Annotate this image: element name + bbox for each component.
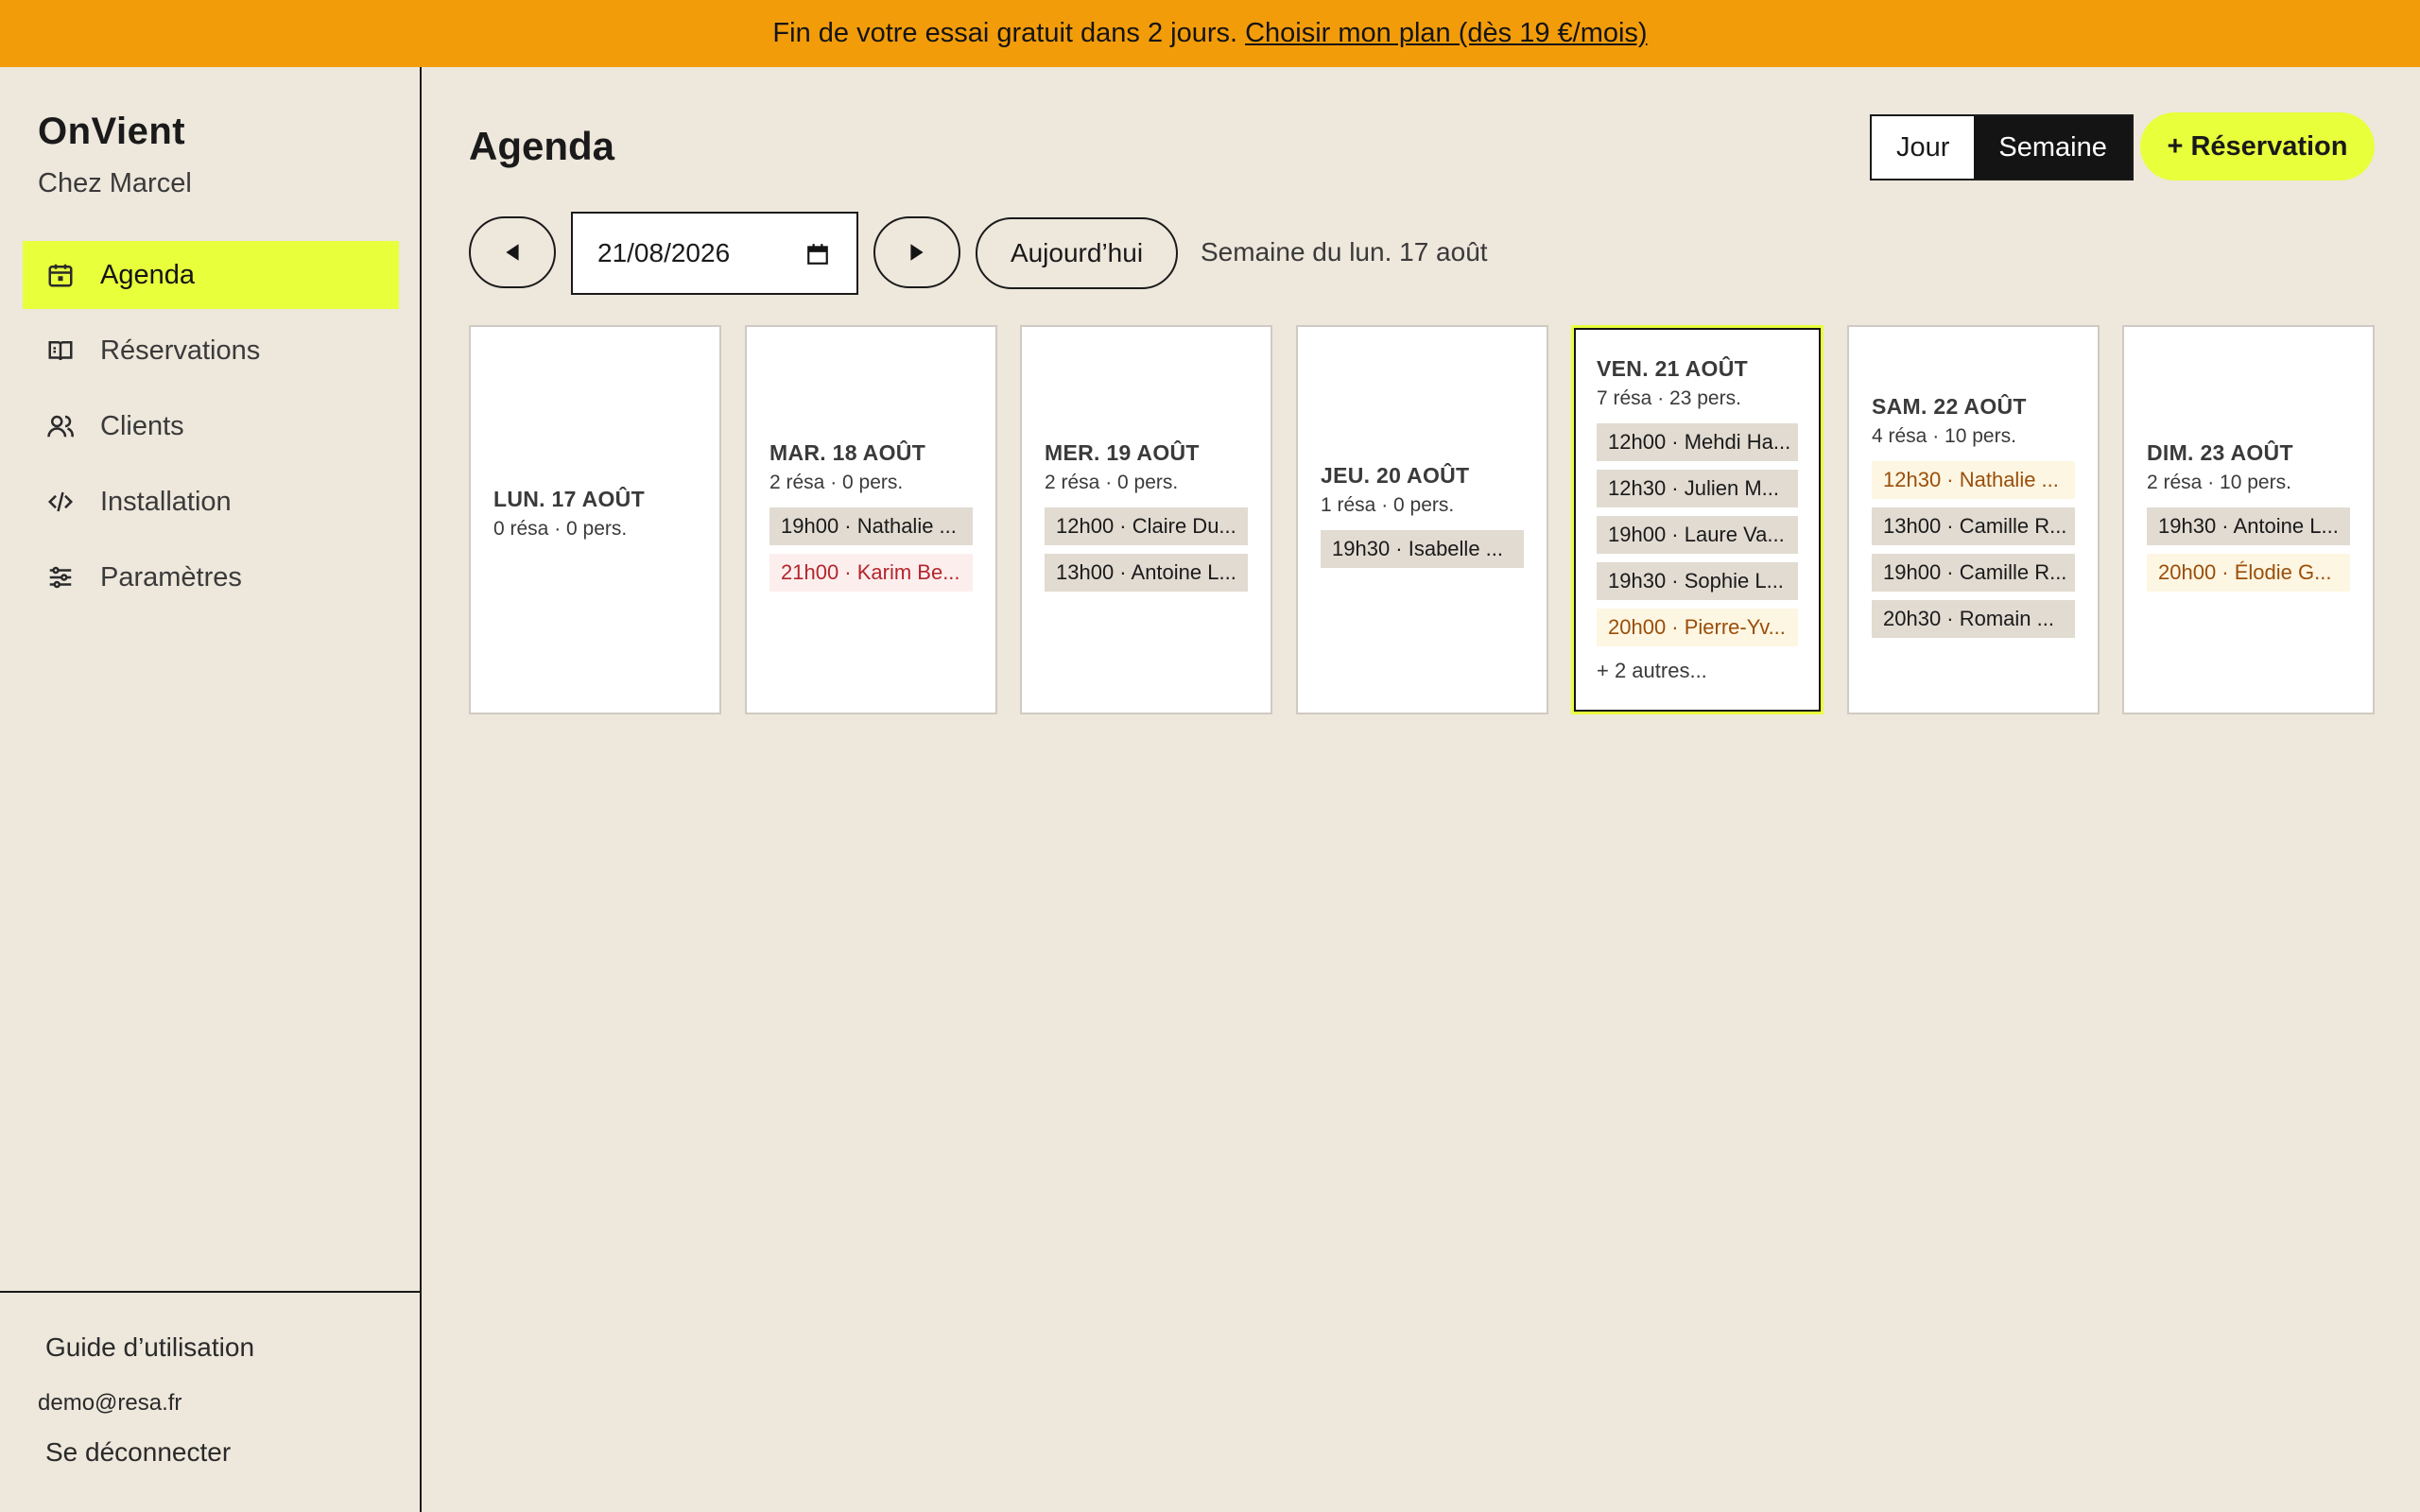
day-stats: 0 résa · 0 pers. — [493, 517, 628, 540]
day-name: DIM. 23 AOÛT — [2147, 439, 2293, 465]
user-guide-link[interactable]: Guide d’utilisation — [45, 1332, 254, 1363]
calendar-picker-icon[interactable] — [805, 242, 830, 266]
sidebar-item-label: Agenda — [100, 259, 195, 290]
sidebar-footer: Guide d’utilisation demo@resa.fr Se déco… — [0, 1291, 420, 1512]
sidebar-item-reservations[interactable]: Réservations — [23, 317, 399, 385]
new-reservation-button[interactable]: + Réservation — [2140, 112, 2375, 180]
sidebar-item-installation[interactable]: Installation — [23, 468, 399, 536]
next-week-button[interactable] — [873, 216, 960, 288]
reservation-chip[interactable]: 13h00 · Camille R... — [1872, 507, 2075, 545]
view-day-button[interactable]: Jour — [1872, 116, 1974, 179]
day-column[interactable]: VEN. 21 AOÛT 7 résa · 23 pers. 12h00 · Meh… — [1571, 325, 1824, 714]
more-reservations-link[interactable]: + 2 autres... — [1597, 659, 1798, 683]
reservation-chip[interactable]: 20h00 · Élodie G... — [2147, 553, 2350, 592]
logout-button[interactable]: Se déconnecter — [45, 1437, 231, 1468]
day-name: MER. 19 AOÛT — [1045, 439, 1200, 465]
trial-banner: Fin de votre essai gratuit dans 2 jours.… — [0, 0, 2420, 67]
previous-week-button[interactable] — [469, 216, 556, 288]
reservation-chip[interactable]: 12h00 · Claire Du... — [1045, 507, 1248, 545]
sliders-icon — [45, 562, 76, 593]
reservation-chip[interactable]: 12h30 · Julien M... — [1597, 470, 1798, 507]
sidebar-item-label: Paramètres — [100, 561, 242, 593]
day-stats: 2 résa · 0 pers. — [769, 471, 904, 493]
date-input[interactable]: 21/08/2026 — [571, 212, 858, 295]
day-stats: 4 résa · 10 pers. — [1872, 424, 2016, 447]
account-email: demo@resa.fr — [38, 1390, 182, 1416]
main-content: Agenda Jour Semaine + Réservation 21/08/… — [422, 67, 2420, 1512]
day-column[interactable]: SAM. 22 AOÛT 4 résa · 10 pers. 12h30 · Nat… — [1847, 325, 2100, 714]
arrow-right-icon — [910, 244, 924, 261]
sidebar-item-label: Installation — [100, 486, 232, 517]
day-name: SAM. 22 AOÛT — [1872, 393, 2027, 419]
view-week-button[interactable]: Semaine — [1974, 116, 2132, 179]
users-icon — [45, 411, 76, 441]
reservation-chip[interactable]: 13h00 · Antoine L... — [1045, 553, 1248, 592]
day-stats: 2 résa · 10 pers. — [2147, 471, 2291, 493]
sidebar-item-label: Réservations — [100, 335, 261, 366]
day-column[interactable]: MAR. 18 AOÛT 2 résa · 0 pers. 19h00 · Nath… — [745, 325, 997, 714]
day-stats: 1 résa · 0 pers. — [1321, 494, 1455, 516]
day-name: LUN. 17 AOÛT — [493, 486, 645, 511]
day-name: JEU. 20 AOÛT — [1321, 463, 1470, 488]
reservation-chip[interactable]: 12h00 · Mehdi Ha... — [1597, 423, 1798, 461]
reservation-chip[interactable]: 21h00 · Karim Be... — [769, 553, 973, 592]
day-stats: 2 résa · 0 pers. — [1045, 471, 1179, 493]
view-toggle: Jour Semaine — [1870, 114, 2134, 180]
book-icon — [45, 335, 76, 366]
reservation-chip[interactable]: 20h30 · Romain ... — [1872, 599, 2075, 638]
day-column[interactable]: MER. 19 AOÛT 2 résa · 0 pers. 12h00 · Clai… — [1020, 325, 1272, 714]
sidebar-item-label: Clients — [100, 410, 184, 441]
sidebar-item-agenda[interactable]: Agenda — [23, 241, 399, 309]
reservation-chip[interactable]: 20h00 · Pierre-Yv... — [1597, 609, 1798, 646]
day-column[interactable]: JEU. 20 AOÛT 1 résa · 0 pers. 19h30 · Isab… — [1296, 325, 1548, 714]
brand-logo: OnVient — [38, 111, 186, 152]
page-title: Agenda — [469, 124, 615, 168]
calendar-icon — [45, 260, 76, 290]
sidebar-item-parametres[interactable]: Paramètres — [23, 543, 399, 611]
day-name: VEN. 21 AOÛT — [1597, 356, 1748, 381]
code-icon — [45, 487, 76, 517]
week-label: Semaine du lun. 17 août — [1201, 237, 1488, 266]
day-column[interactable]: LUN. 17 AOÛT 0 résa · 0 pers. — [469, 325, 721, 714]
reservation-chip[interactable]: 19h30 · Isabelle ... — [1321, 530, 1524, 568]
sidebar-item-clients[interactable]: Clients — [23, 392, 399, 460]
reservation-chip[interactable]: 19h00 · Nathalie ... — [769, 507, 973, 545]
sidebar-nav: Agenda Réservations Clients Installation… — [23, 241, 399, 619]
sidebar: OnVient Chez Marcel Agenda Réservations … — [0, 67, 422, 1512]
today-button[interactable]: Aujourd’hui — [976, 217, 1178, 289]
venue-name: Chez Marcel — [38, 168, 192, 198]
trial-banner-text: Fin de votre essai gratuit dans 2 jours. — [772, 18, 1238, 48]
arrow-left-icon — [506, 244, 519, 261]
week-grid: LUN. 17 AOÛT 0 résa · 0 pers. MAR. 18 AOÛT… — [469, 325, 2375, 714]
day-name: MAR. 18 AOÛT — [769, 439, 926, 465]
reservation-chip[interactable]: 19h30 · Antoine L... — [2147, 507, 2350, 545]
day-stats: 7 résa · 23 pers. — [1597, 387, 1741, 409]
day-column[interactable]: DIM. 23 AOÛT 2 résa · 10 pers. 19h30 · Ant… — [2122, 325, 2375, 714]
date-value: 21/08/2026 — [597, 238, 731, 267]
reservation-chip[interactable]: 19h00 · Camille R... — [1872, 553, 2075, 592]
reservation-chip[interactable]: 19h30 · Sophie L... — [1597, 562, 1798, 600]
choose-plan-link[interactable]: Choisir mon plan (dès 19 €/mois) — [1245, 18, 1648, 49]
reservation-chip[interactable]: 19h00 · Laure Va... — [1597, 516, 1798, 554]
reservation-chip[interactable]: 12h30 · Nathalie ... — [1872, 460, 2075, 499]
